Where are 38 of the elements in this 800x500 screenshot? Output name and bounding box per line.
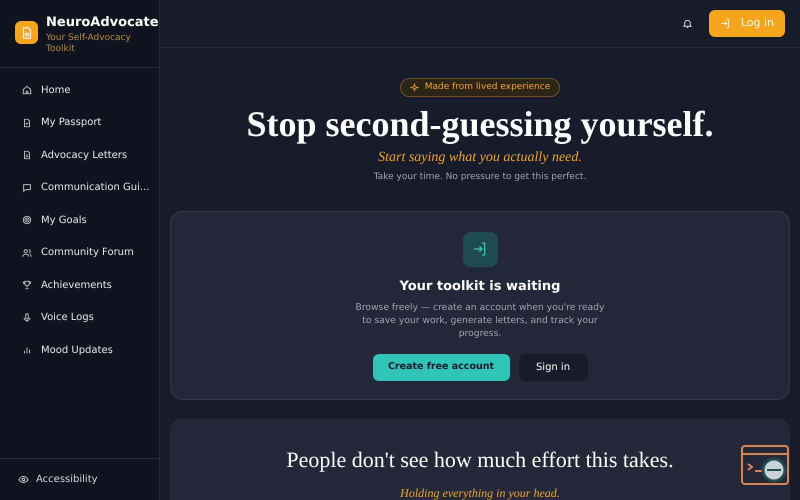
sidebar-item[interactable]: Mood Updates <box>10 338 149 362</box>
effort-title: People don't see how much effort this takes. <box>286 446 674 474</box>
chat-bubble-icon <box>22 182 32 193</box>
hero-subtitle: Start saying what you actually need. <box>378 149 582 167</box>
card-title: Your toolkit is waiting <box>400 278 560 296</box>
sidebar-item[interactable]: My Goals <box>10 208 149 232</box>
notification-bell-icon[interactable] <box>682 18 693 29</box>
accessibility-link[interactable]: Accessibility <box>18 472 98 487</box>
sparkle-icon <box>410 83 419 92</box>
sidebar-item[interactable]: Home <box>10 78 149 102</box>
hero-title: Stop second-guessing yourself. <box>246 103 714 145</box>
bar-chart-icon <box>22 345 32 356</box>
sign-in-button[interactable]: Sign in <box>518 354 588 381</box>
create-account-button[interactable]: Create free account <box>372 354 510 381</box>
sidebar-item[interactable]: Communication Gui... <box>10 176 149 200</box>
app-tagline: Your Self-Advocacy Toolkit <box>46 33 132 56</box>
document-icon <box>22 118 32 128</box>
document-icon <box>22 150 32 160</box>
sign-in-icon <box>462 232 498 266</box>
logo-icon <box>15 21 38 44</box>
eye-icon <box>18 474 29 485</box>
code-search-icon[interactable] <box>741 445 791 487</box>
effort-subtitle: Holding everything in your head. <box>400 484 560 500</box>
sidebar-item[interactable]: Advocacy Letters <box>10 143 149 168</box>
users-icon <box>22 248 32 258</box>
app-name: NeuroAdvocate <box>46 15 159 32</box>
trophy-icon <box>22 280 32 290</box>
house-icon <box>22 85 32 96</box>
experience-badge: Made from lived experience <box>400 78 560 97</box>
target-icon <box>22 215 32 226</box>
sidebar-item[interactable]: Achievements <box>10 273 149 298</box>
card-description: Browse freely — create an account when you're ready to save your work, generate letters, and track your progress. <box>354 301 606 340</box>
login-icon <box>720 18 731 29</box>
sidebar-item[interactable]: Voice Logs <box>10 306 149 330</box>
hero-note: Take your time. No pressure to get this perfect. <box>374 171 586 184</box>
microphone-icon <box>22 312 32 323</box>
sidebar-item[interactable]: My Passport <box>10 110 149 135</box>
sidebar-item[interactable]: Community Forum <box>10 240 149 265</box>
